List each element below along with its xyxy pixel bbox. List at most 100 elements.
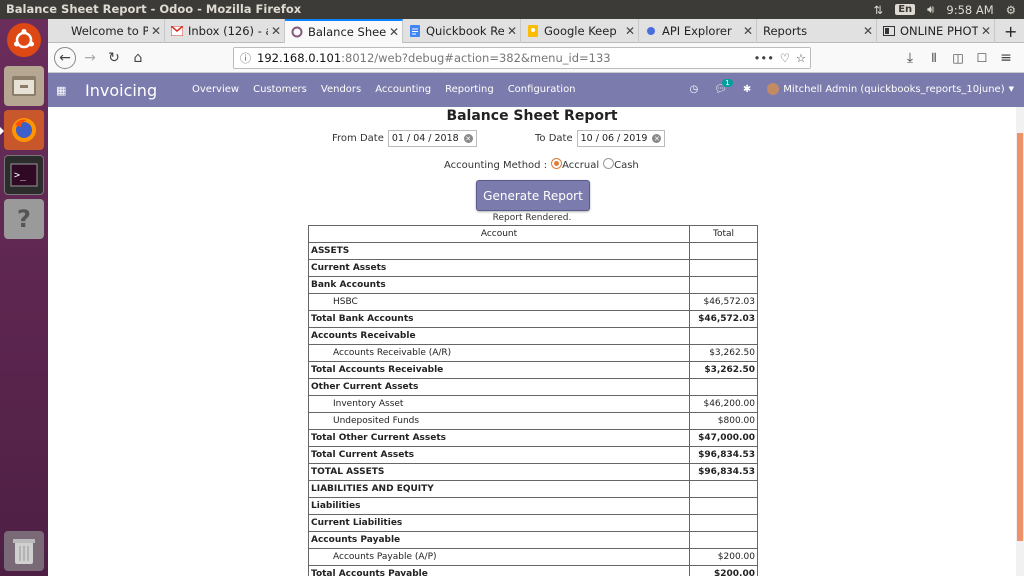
tab-inbox[interactable]: Inbox (126) - a ✕ [165,19,285,43]
app-name[interactable]: Invoicing [85,81,157,100]
from-date-label: From Date [332,133,384,144]
sidebar-icon[interactable]: ◫ [948,48,968,68]
clear-icon[interactable]: ✕ [463,134,473,143]
tab-google-keep[interactable]: Google Keep ✕ [521,19,639,43]
account-cell: HSBC [308,293,690,311]
tab-balance-sheet[interactable]: Balance Sheet ✕ [285,19,403,43]
forward-button[interactable]: → [80,48,100,68]
debug-bug-icon[interactable]: ✱ [743,84,751,95]
reader-icon[interactable]: ☐ [972,48,992,68]
table-row: Accounts Payable (A/P) $200.00 [308,548,758,566]
tab-label: Quickbook Re [426,24,504,38]
table-row: Other Current Assets [308,378,758,396]
tab-quickbook[interactable]: Quickbook Re ✕ [403,19,521,43]
close-icon[interactable]: ✕ [148,24,164,38]
menu-configuration[interactable]: Configuration [508,84,576,95]
home-icon[interactable]: ⌂ [128,48,148,68]
top-panel: Balance Sheet Report - Odoo - Mozilla Fi… [0,0,1024,19]
reload-button[interactable]: ↻ [104,48,124,68]
table-row: Undeposited Funds $800.00 [308,412,758,430]
clear-icon[interactable]: ✕ [652,134,662,143]
close-icon[interactable]: ✕ [386,25,402,39]
close-icon[interactable]: ✕ [504,24,520,38]
table-row: Current Assets [308,259,758,277]
total-cell: $46,200.00 [689,395,758,413]
firefox-icon[interactable] [0,110,44,150]
account-cell: Total Other Current Assets [308,429,690,447]
system-tray: ⇅ En 🔊︎ 9:58 AM ⚙ [874,2,1016,17]
trash-icon[interactable] [4,531,44,571]
generate-report-button[interactable]: Generate Report [476,180,590,211]
volume-icon[interactable]: 🔊︎ [927,2,934,17]
user-menu[interactable]: Mitchell Admin (quickbooks_reports_10jun… [767,83,1014,95]
accrual-radio[interactable] [551,158,563,169]
table-row: Accounts Receivable [308,327,758,345]
total-cell: $200.00 [689,565,758,576]
file-manager-icon[interactable] [4,66,44,106]
messages-icon[interactable]: 💬︎ 1 [714,78,733,95]
new-tab-button[interactable]: + [998,19,1024,43]
close-icon[interactable]: ✕ [268,24,284,38]
back-button[interactable]: ← [54,47,76,69]
terminal-icon[interactable]: >_ [4,155,44,195]
pocket-icon[interactable]: ♡ [780,51,790,65]
scrollbar[interactable] [1016,107,1024,576]
tab-label: Inbox (126) - a [188,24,268,38]
total-cell [689,276,758,294]
table-row: Bank Accounts [308,276,758,294]
scrollbar-thumb[interactable] [1017,133,1023,541]
table-row: LIABILITIES AND EQUITY [308,480,758,498]
menu-overview[interactable]: Overview [192,84,239,95]
cash-label[interactable]: Cash [614,160,639,171]
tab-label: ONLINE PHOT [900,24,978,38]
close-icon[interactable]: ✕ [622,24,638,38]
account-cell: Bank Accounts [308,276,690,294]
total-cell [689,514,758,532]
close-icon[interactable]: ✕ [740,24,756,38]
library-icon[interactable]: ⫴ [924,48,944,68]
total-cell [689,480,758,498]
cash-radio[interactable] [603,158,615,169]
to-date-value: 10 / 06 / 2019 [580,133,648,144]
menu-accounting[interactable]: Accounting [375,84,431,95]
tab-reports[interactable]: Reports ✕ [757,19,877,43]
welcome-icon [54,25,66,37]
column-header-total: Total [689,225,758,243]
keyboard-layout-indicator[interactable]: En [895,4,916,15]
tab-welcome[interactable]: Welcome to P ✕ [48,19,165,43]
ubuntu-dash-icon[interactable] [7,23,41,57]
table-header-row: Account Total [308,225,758,243]
clock[interactable]: 9:58 AM [946,3,993,17]
url-bar[interactable]: ⓘ 192.168.0.101:8012/web?debug#action=38… [233,47,811,69]
help-icon[interactable]: ? [4,199,44,239]
photo-icon [883,25,895,37]
close-icon[interactable]: ✕ [860,24,876,38]
tab-label: Google Keep [544,24,617,38]
odoo-menu: Overview Customers Vendors Accounting Re… [192,84,576,95]
tab-label: Balance Sheet [308,25,386,39]
bookmark-star-icon[interactable]: ☆ [796,51,806,65]
table-row: Total Accounts Payable $200.00 [308,565,758,576]
accrual-label[interactable]: Accrual [562,160,599,171]
power-icon[interactable]: ⚙ [1006,3,1016,17]
tab-api-explorer[interactable]: API Explorer ✕ [639,19,757,43]
table-row: Current Liabilities [308,514,758,532]
network-icon[interactable]: ⇅ [874,3,884,17]
message-count-badge: 1 [722,78,733,87]
to-date-input[interactable]: 10 / 06 / 2019 ✕ [576,130,666,147]
total-cell [689,259,758,277]
activity-clock-icon[interactable]: ◷ [689,84,698,95]
apps-menu-icon[interactable]: ▦ [56,84,66,97]
menu-customers[interactable]: Customers [253,84,307,95]
from-date-input[interactable]: 01 / 04 / 2018 ✕ [387,130,477,147]
menu-vendors[interactable]: Vendors [321,84,361,95]
downloads-icon[interactable]: ⤓ [900,48,920,68]
menu-reporting[interactable]: Reporting [445,84,494,95]
info-icon[interactable]: ⓘ [240,50,251,66]
odoo-main-navbar: ▦ Invoicing Overview Customers Vendors A… [48,73,1024,107]
page-actions-icon[interactable]: ••• [754,51,774,65]
column-header-account: Account [308,225,690,243]
close-icon[interactable]: ✕ [978,24,994,38]
menu-icon[interactable]: ≡ [996,48,1016,68]
tab-online-photo[interactable]: ONLINE PHOT ✕ [877,19,995,43]
